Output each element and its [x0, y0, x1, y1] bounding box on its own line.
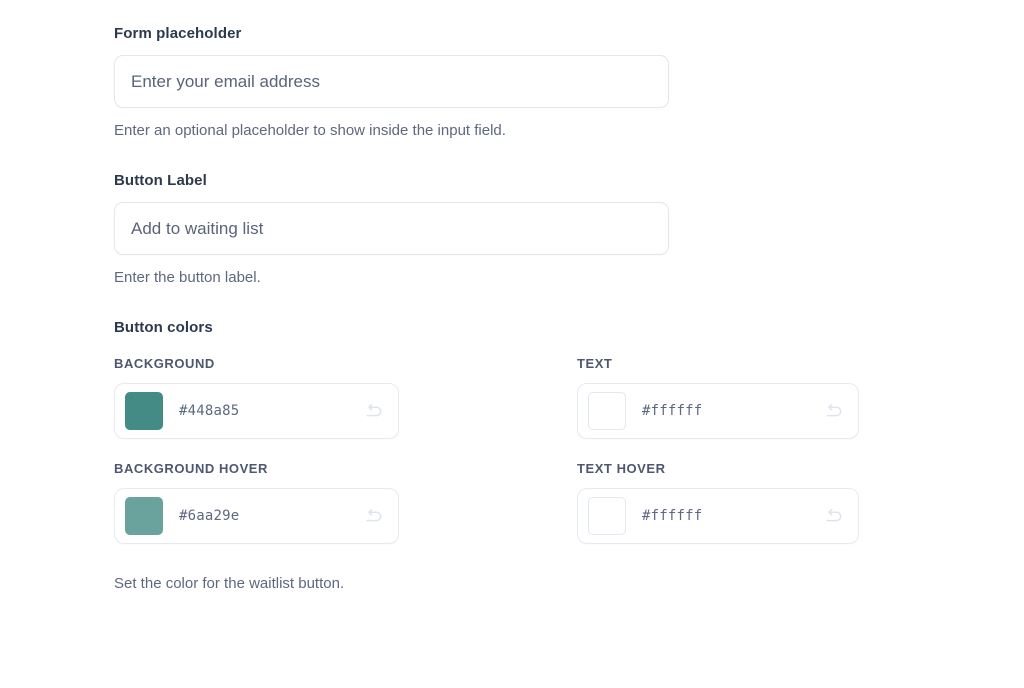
- color-cell-text: TEXT #ffffff: [577, 356, 859, 439]
- form-placeholder-input[interactable]: [114, 55, 669, 108]
- color-hex-background-hover[interactable]: #6aa29e: [179, 508, 359, 524]
- form-placeholder-field-block: Form placeholder Enter an optional place…: [114, 24, 1024, 141]
- button-label-field-block: Button Label Enter the button label.: [114, 171, 1024, 288]
- color-sublabel-background-hover: BACKGROUND HOVER: [114, 461, 399, 477]
- color-swatch-text[interactable]: [588, 392, 626, 430]
- button-label-input[interactable]: [114, 202, 669, 255]
- color-swatch-text-hover[interactable]: [588, 497, 626, 535]
- color-hex-text[interactable]: #ffffff: [642, 403, 819, 419]
- undo-arrow-icon: [823, 401, 845, 421]
- undo-arrow-icon: [363, 506, 385, 526]
- reset-background-hover-button[interactable]: [359, 501, 389, 531]
- reset-text-button[interactable]: [819, 396, 849, 426]
- grid-row-gap-a: [114, 439, 399, 461]
- color-cell-background: BACKGROUND #448a85: [114, 356, 399, 439]
- color-hex-background[interactable]: #448a85: [179, 403, 359, 419]
- grid-spacer-2: [399, 461, 577, 544]
- undo-arrow-icon: [823, 506, 845, 526]
- color-sublabel-text: TEXT: [577, 356, 859, 372]
- grid-spacer-1: [399, 356, 577, 439]
- button-colors-help-text: Set the color for the waitlist button.: [114, 574, 1024, 594]
- color-hex-text-hover[interactable]: #ffffff: [642, 508, 819, 524]
- reset-text-hover-button[interactable]: [819, 501, 849, 531]
- color-field-text-hover[interactable]: #ffffff: [577, 488, 859, 544]
- undo-arrow-icon: [363, 401, 385, 421]
- color-field-text[interactable]: #ffffff: [577, 383, 859, 439]
- color-picker-grid: BACKGROUND #448a85: [114, 356, 1024, 544]
- color-swatch-background[interactable]: [125, 392, 163, 430]
- grid-row-gap-c: [577, 439, 859, 461]
- grid-row-gap-b: [399, 439, 577, 461]
- color-swatch-background-hover[interactable]: [125, 497, 163, 535]
- color-field-background-hover[interactable]: #6aa29e: [114, 488, 399, 544]
- button-colors-title: Button colors: [114, 318, 1024, 338]
- reset-background-button[interactable]: [359, 396, 389, 426]
- form-placeholder-label: Form placeholder: [114, 24, 1024, 44]
- color-cell-text-hover: TEXT HOVER #ffffff: [577, 461, 859, 544]
- color-field-background[interactable]: #448a85: [114, 383, 399, 439]
- form-placeholder-help-text: Enter an optional placeholder to show in…: [114, 121, 1024, 141]
- color-cell-background-hover: BACKGROUND HOVER #6aa29e: [114, 461, 399, 544]
- color-sublabel-background: BACKGROUND: [114, 356, 399, 372]
- button-label-help-text: Enter the button label.: [114, 268, 1024, 288]
- waitlist-settings-form: Form placeholder Enter an optional place…: [0, 0, 1024, 688]
- button-label-label: Button Label: [114, 171, 1024, 191]
- color-sublabel-text-hover: TEXT HOVER: [577, 461, 859, 477]
- button-colors-section: Button colors BACKGROUND #448a85: [114, 318, 1024, 594]
